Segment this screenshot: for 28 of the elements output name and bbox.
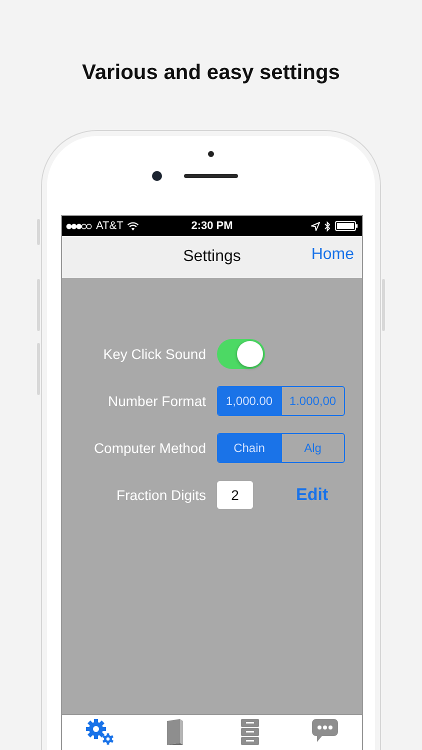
file-cabinet-icon <box>240 718 260 746</box>
bluetooth-icon <box>324 220 331 232</box>
edit-button[interactable]: Edit <box>296 485 328 505</box>
status-time: 2:30 PM <box>191 220 233 232</box>
wifi-icon <box>127 222 140 230</box>
screen-title: Settings <box>183 248 241 266</box>
home-button[interactable]: Home <box>311 246 354 264</box>
setting-label: Key Click Sound <box>102 346 206 362</box>
gears-icon <box>84 718 114 746</box>
carrier-name: AT&T <box>96 220 124 232</box>
segment-option[interactable]: Alg <box>280 434 344 462</box>
segment-option[interactable]: Chain <box>218 434 280 462</box>
segment-option[interactable]: 1,000.00 <box>218 387 280 415</box>
battery-icon <box>334 221 358 231</box>
headline: Various and easy settings <box>81 60 341 85</box>
sensor-dot <box>208 151 214 157</box>
number-field[interactable]: 2 <box>217 481 253 509</box>
signal-icon <box>66 222 92 230</box>
setting-label: Fraction Digits <box>116 487 206 503</box>
toggle-switch[interactable] <box>217 339 265 369</box>
setting-label: Number Format <box>106 393 206 409</box>
location-arrow-icon <box>310 222 320 230</box>
segment-option[interactable]: 1.000,00 <box>280 387 344 415</box>
chat-bubble-icon <box>310 718 338 744</box>
setting-label: Computer Method <box>92 440 206 456</box>
speaker-grille <box>184 174 238 178</box>
camera-lens <box>152 171 162 181</box>
book-icon <box>164 718 184 746</box>
